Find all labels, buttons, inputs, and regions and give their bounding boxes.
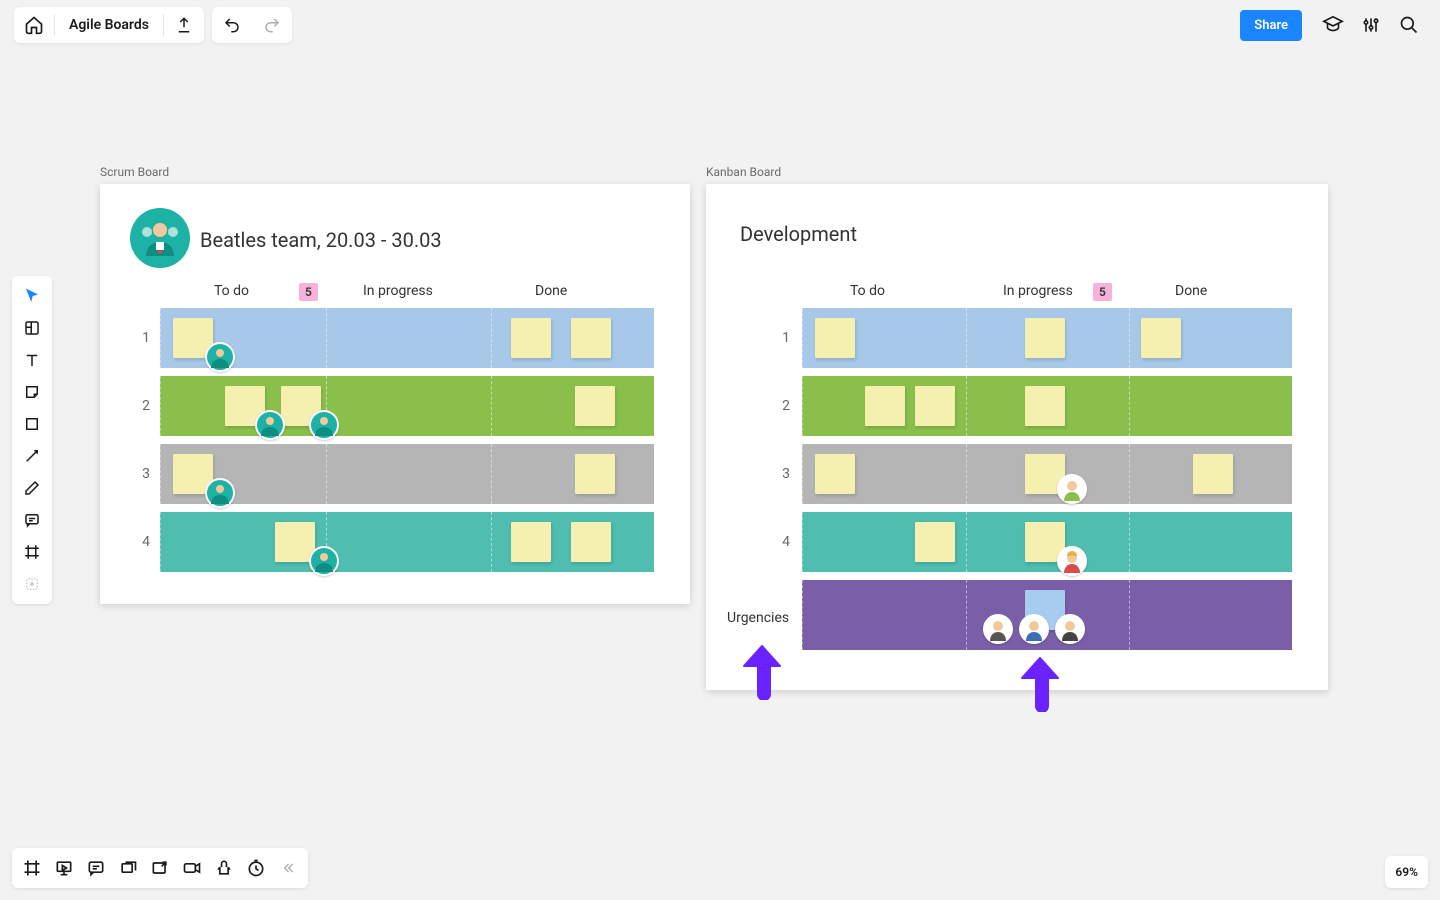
text-tool[interactable]: [12, 344, 52, 376]
bottom-toolbar: [12, 848, 308, 888]
document-title[interactable]: Agile Boards: [55, 17, 163, 33]
zoom-level[interactable]: 69%: [1385, 856, 1428, 888]
redo-button[interactable]: [252, 7, 292, 43]
sticky[interactable]: [915, 522, 955, 562]
kanban-col-done: Done: [1175, 283, 1207, 299]
sticky[interactable]: [511, 522, 551, 562]
scrum-title: Beatles team, 20.03 - 30.03: [200, 228, 442, 252]
frame-label-kanban: Kanban Board: [706, 165, 781, 179]
kanban-lane-1[interactable]: [802, 308, 1292, 368]
collapse-bottombar[interactable]: [272, 848, 304, 888]
kanban-row-1: 1: [770, 330, 790, 346]
avatar-icon: [983, 614, 1013, 644]
avatar-icon: [205, 478, 235, 508]
scrum-row-3: 3: [130, 466, 150, 482]
embed-button[interactable]: [144, 848, 176, 888]
more-tools[interactable]: [12, 568, 52, 600]
avatar-icon: [309, 410, 339, 440]
kanban-col-inprogress: In progress: [1003, 283, 1073, 299]
frame-label-scrum: Scrum Board: [100, 165, 169, 179]
scrum-lane-3[interactable]: [160, 444, 654, 504]
select-tool[interactable]: [12, 280, 52, 312]
kanban-lane-2[interactable]: [802, 376, 1292, 436]
kanban-row-4: 4: [770, 534, 790, 550]
scrum-col-done: Done: [535, 283, 567, 299]
avatar-icon: [309, 546, 339, 576]
vote-button[interactable]: [208, 848, 240, 888]
kanban-lane-3[interactable]: [802, 444, 1292, 504]
cards-button[interactable]: [112, 848, 144, 888]
sticky[interactable]: [571, 522, 611, 562]
shape-tool[interactable]: [12, 408, 52, 440]
pen-tool[interactable]: [12, 472, 52, 504]
sticky[interactable]: [915, 386, 955, 426]
left-toolbar: [12, 276, 52, 604]
kanban-row-2: 2: [770, 398, 790, 414]
avatar-icon: [255, 410, 285, 440]
sticky[interactable]: [815, 318, 855, 358]
arrow-up-icon[interactable]: [1018, 656, 1062, 712]
kanban-lane-urgencies[interactable]: [802, 580, 1292, 650]
share-button[interactable]: Share: [1240, 10, 1302, 41]
undo-button[interactable]: [212, 7, 252, 43]
scrum-row-4: 4: [130, 534, 150, 550]
video-button[interactable]: [176, 848, 208, 888]
sticky[interactable]: [575, 454, 615, 494]
kanban-inprogress-badge: 5: [1093, 283, 1112, 301]
arrow-up-icon[interactable]: [740, 644, 784, 700]
avatar-icon: [1055, 614, 1085, 644]
scrum-lane-1[interactable]: [160, 308, 654, 368]
kanban-row-3: 3: [770, 466, 790, 482]
templates-tool[interactable]: [12, 312, 52, 344]
scrum-todo-badge: 5: [299, 283, 318, 301]
sticky[interactable]: [1025, 386, 1065, 426]
topbar: Agile Boards Share: [0, 0, 1440, 50]
avatar-icon: [1019, 614, 1049, 644]
sticky[interactable]: [1193, 454, 1233, 494]
canvas[interactable]: Scrum Board Beatles team, 20.03 - 30.03 …: [0, 0, 1440, 900]
sticky[interactable]: [865, 386, 905, 426]
scrum-lane-2[interactable]: [160, 376, 654, 436]
kanban-lane-4[interactable]: [802, 512, 1292, 572]
line-tool[interactable]: [12, 440, 52, 472]
sticky[interactable]: [571, 318, 611, 358]
scrum-col-inprogress: In progress: [363, 283, 433, 299]
scrum-col-todo: To do: [214, 283, 249, 299]
export-button[interactable]: [164, 7, 204, 43]
sticky[interactable]: [575, 386, 615, 426]
team-avatar-icon: [130, 208, 190, 268]
sticky[interactable]: [815, 454, 855, 494]
learn-button[interactable]: [1316, 8, 1350, 42]
scrum-lane-4[interactable]: [160, 512, 654, 572]
kanban-col-todo: To do: [850, 283, 885, 299]
comments-button[interactable]: [80, 848, 112, 888]
avatar-icon: [1057, 546, 1087, 576]
search-button[interactable]: [1392, 8, 1426, 42]
settings-button[interactable]: [1354, 8, 1388, 42]
home-button[interactable]: [14, 7, 54, 43]
sticky[interactable]: [1141, 318, 1181, 358]
frame-tool[interactable]: [12, 536, 52, 568]
frames-panel[interactable]: [16, 848, 48, 888]
scrum-row-2: 2: [130, 398, 150, 414]
scrum-row-1: 1: [130, 330, 150, 346]
kanban-urgencies-label: Urgencies: [727, 610, 789, 626]
comment-tool[interactable]: [12, 504, 52, 536]
sticky-tool[interactable]: [12, 376, 52, 408]
avatar-icon: [1057, 474, 1087, 504]
presentation-button[interactable]: [48, 848, 80, 888]
avatar-icon: [205, 342, 235, 372]
timer-button[interactable]: [240, 848, 272, 888]
sticky[interactable]: [1025, 318, 1065, 358]
sticky[interactable]: [511, 318, 551, 358]
kanban-title: Development: [740, 222, 857, 246]
